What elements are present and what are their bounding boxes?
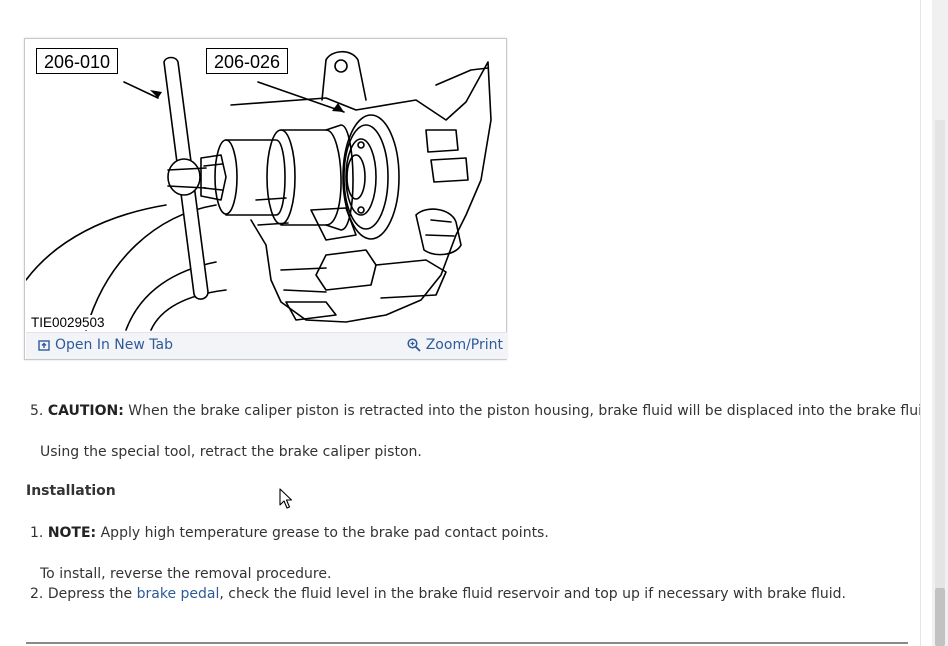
scrollbar-thumb[interactable] [935, 588, 945, 646]
brake-pedal-link[interactable]: brake pedal [137, 586, 220, 602]
open-in-new-tab-label: Open In New Tab [55, 337, 173, 353]
install-step-1-instruction: To install, reverse the removal procedur… [40, 566, 332, 582]
figure-id-label: TIE0029503 [29, 315, 107, 330]
illustration-drawing [26, 50, 492, 331]
note-label: NOTE: [47, 525, 97, 541]
brake-caliper-illustration[interactable]: 206-010 206-026 TIE0029503 [26, 40, 507, 331]
vertical-scrollbar[interactable] [920, 0, 948, 646]
step-5-caution: 5. CAUTION: When the brake caliper pisto… [30, 402, 948, 420]
scrollbar-track-fill [935, 120, 945, 588]
caution-label: CAUTION: [47, 403, 124, 419]
figure-box: 206-010 206-026 TIE0029503 Open In New T… [24, 38, 507, 360]
open-in-new-tab-link[interactable]: Open In New Tab [38, 337, 173, 353]
section-divider [26, 642, 908, 644]
step-number: 5. [30, 403, 44, 419]
page: 206-010 206-026 TIE0029503 Open In New T… [0, 0, 948, 646]
step-2-text-after: , check the fluid level in the brake flu… [219, 586, 846, 602]
caution-text: When the brake caliper piston is retract… [123, 403, 948, 419]
open-new-tab-icon [38, 339, 50, 351]
note-text: Apply high temperature grease to the bra… [96, 525, 549, 541]
callout-tool-206-010: 206-010 [36, 48, 119, 74]
magnifier-zoom-icon [407, 338, 421, 352]
step-5-instruction: Using the special tool, retract the brak… [40, 444, 422, 460]
zoom-print-label: Zoom/Print [425, 337, 503, 353]
step-number: 1. [30, 525, 44, 541]
installation-heading: Installation [26, 483, 116, 499]
step-2-text-before: Depress the [47, 586, 137, 602]
figure-action-bar: Open In New Tab Zoom/Print [26, 332, 507, 359]
callout-tool-206-026: 206-026 [206, 48, 289, 74]
install-step-1-note: 1. NOTE: Apply high temperature grease t… [30, 524, 549, 542]
mouse-pointer-icon [279, 488, 293, 514]
zoom-print-link[interactable]: Zoom/Print [407, 337, 503, 353]
install-step-2: 2. Depress the brake pedal, check the fl… [30, 585, 846, 603]
step-number: 2. [30, 586, 44, 602]
